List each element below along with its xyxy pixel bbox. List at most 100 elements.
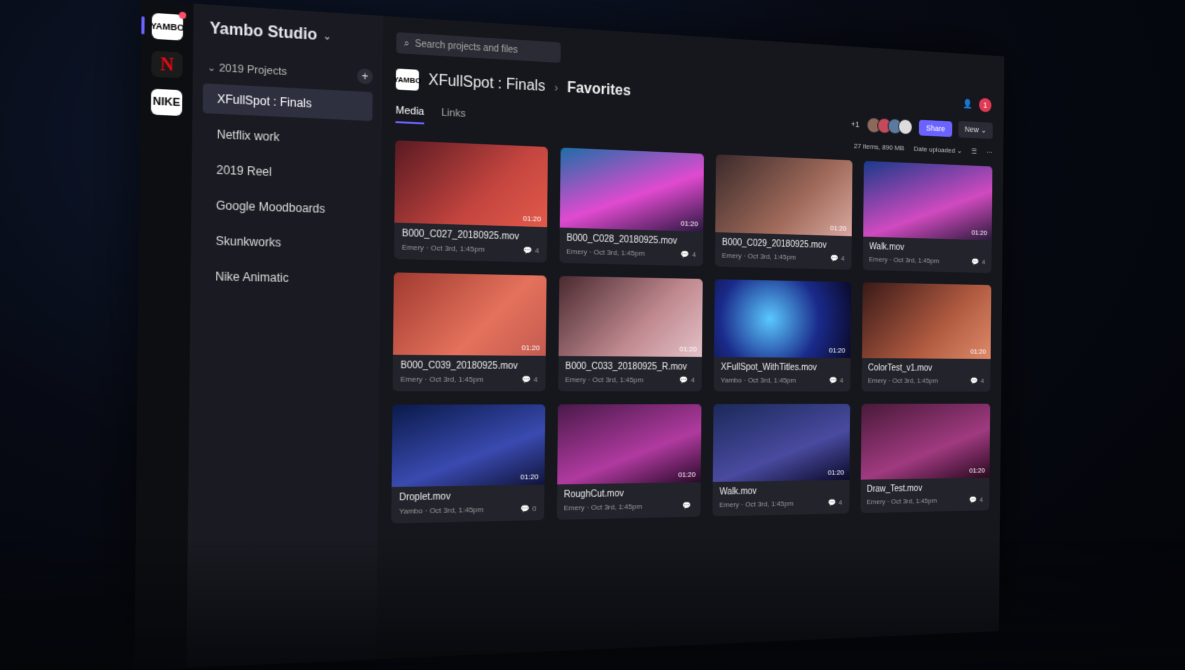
media-thumbnail[interactable]: 01:20 — [394, 140, 548, 228]
media-thumbnail[interactable]: 01:20 — [391, 404, 545, 488]
comment-count[interactable]: 💬 4 — [829, 376, 843, 384]
media-meta: Emery · Oct 3rd, 1:45pm 💬 4 — [400, 375, 537, 384]
media-meta: Emery · Oct 3rd, 1:45pm 💬 4 — [402, 243, 539, 255]
comment-count[interactable]: 💬 4 — [828, 499, 842, 507]
breadcrumb-section: Favorites — [566, 79, 631, 100]
tab-links[interactable]: Links — [441, 107, 465, 126]
sidebar-item-skunkworks[interactable]: Skunkworks — [201, 226, 371, 260]
media-card[interactable]: 01:20 B000_C039_20180925.mov Emery · Oct… — [392, 272, 547, 392]
duration-label: 01:20 — [828, 346, 846, 355]
sort-dropdown[interactable]: Date uploaded ⌄ — [914, 145, 962, 155]
media-uploader: Emery · Oct 3rd, 1:45pm — [401, 242, 485, 254]
duration-label: 01:20 — [971, 228, 988, 237]
extra-collaborators-count[interactable]: +1 — [851, 119, 859, 128]
comment-count[interactable]: 💬 4 — [680, 376, 695, 384]
comment-icon: 💬 — [679, 375, 689, 385]
media-date: Oct 3rd, 1:45pm — [747, 252, 796, 262]
project-group-toggle[interactable]: ⌄ 2019 Projects — [207, 62, 287, 77]
sidebar: Yambo Studio ⌄ ⌄ 2019 Projects + XFullSp… — [186, 3, 384, 668]
sidebar-item-2019-reel[interactable]: 2019 Reel — [202, 155, 372, 191]
media-filename: Droplet.mov — [399, 491, 451, 504]
media-date: Oct 3rd, 1:45pm — [893, 255, 940, 265]
search-input[interactable]: ⌕ Search projects and files — [396, 32, 561, 63]
duration-label: 01:20 — [969, 466, 985, 475]
media-date: Oct 3rd, 1:45pm — [891, 496, 937, 506]
media-uploader: Yambo · Oct 3rd, 1:45pm — [720, 376, 797, 385]
share-button[interactable]: Share — [918, 119, 953, 137]
media-filename: B000_C033_20180925_R.mov — [565, 361, 688, 373]
comment-count[interactable]: 💬 — [682, 501, 693, 509]
comment-count[interactable]: 💬 4 — [522, 375, 538, 383]
media-card[interactable]: 01:20 B000_C029_20180925.mov Emery · Oct… — [714, 154, 853, 270]
media-thumbnail[interactable]: 01:20 — [862, 160, 993, 241]
comment-icon: 💬 — [680, 250, 690, 259]
workspace-nike[interactable]: NIKE — [150, 88, 183, 117]
comment-count[interactable]: 💬 4 — [972, 258, 986, 266]
media-thumbnail[interactable]: 01:20 — [559, 147, 704, 232]
media-thumbnail[interactable]: 01:20 — [860, 403, 991, 480]
media-date: Oct 3rd, 1:45pm — [747, 376, 797, 385]
comment-count[interactable]: 💬 0 — [520, 504, 536, 513]
comment-icon: 💬 — [523, 246, 533, 255]
nike-logo-icon: NIKE — [152, 95, 181, 109]
comment-count[interactable]: 💬 4 — [830, 254, 844, 262]
sidebar-item-netflix-work[interactable]: Netflix work — [202, 119, 372, 156]
workspace-netflix[interactable]: N — [151, 50, 183, 79]
media-thumbnail[interactable]: 01:20 — [714, 279, 851, 358]
media-thumbnail[interactable]: 01:20 — [393, 272, 547, 356]
notification-badge[interactable]: 1 — [978, 97, 992, 113]
comment-count-value: 4 — [979, 495, 984, 504]
media-thumbnail[interactable]: 01:20 — [556, 404, 702, 485]
list-view-icon[interactable]: ☰ — [971, 147, 977, 155]
media-card[interactable]: 01:20 XFullSpot_WithTitles.mov Yambo · O… — [713, 279, 851, 392]
comment-icon: 💬 — [970, 376, 979, 385]
comment-count-value: 4 — [690, 375, 695, 385]
media-card[interactable]: 01:20 RoughCut.mov Emery · Oct 3rd, 1:45… — [556, 404, 702, 520]
rail-active-indicator — [141, 16, 145, 35]
sidebar-item-google-moodboards[interactable]: Google Moodboards — [202, 190, 372, 225]
collaborator-avatars[interactable] — [866, 116, 913, 135]
user-icon[interactable]: 👤 — [963, 99, 973, 109]
media-thumbnail[interactable]: 01:20 — [861, 282, 992, 359]
media-meta: Emery · Oct 3rd, 1:45pm 💬 — [564, 501, 694, 512]
media-card[interactable]: 01:20 B000_C027_20180925.mov Emery · Oct… — [394, 140, 548, 263]
media-author: Emery — [401, 242, 424, 253]
comment-count[interactable]: 💬 4 — [971, 377, 985, 385]
sidebar-item-nike-animatic[interactable]: Nike Animatic — [201, 261, 371, 294]
workspace-yambo[interactable]: YAMBO — [150, 11, 187, 41]
sidebar-item-xfullspot-finals[interactable]: XFullSpot : Finals — [202, 83, 373, 122]
media-card[interactable]: 01:20 Droplet.mov Yambo · Oct 3rd, 1:45p… — [391, 404, 545, 524]
search-icon: ⌕ — [403, 37, 410, 49]
more-options-icon[interactable]: ⋯ — [986, 148, 992, 156]
media-info: B000_C028_20180925.mov Emery · Oct 3rd, … — [559, 228, 703, 267]
media-card[interactable]: 01:20 B000_C028_20180925.mov Emery · Oct… — [559, 147, 704, 267]
comment-icon: 💬 — [830, 254, 839, 263]
comment-count[interactable]: 💬 4 — [969, 496, 983, 504]
studio-switcher[interactable]: Yambo Studio ⌄ — [210, 20, 374, 48]
media-uploader: Emery · Oct 3rd, 1:45pm — [566, 247, 645, 258]
comment-count-value: 4 — [981, 258, 986, 267]
comment-count[interactable]: 💬 4 — [523, 246, 539, 255]
new-button[interactable]: New ⌄ — [958, 120, 993, 140]
tab-media[interactable]: Media — [395, 104, 425, 125]
add-project-button[interactable]: + — [357, 68, 373, 85]
media-author: Emery — [867, 376, 887, 385]
media-filename: B000_C029_20180925.mov — [721, 237, 827, 251]
media-card[interactable]: 01:20 B000_C033_20180925_R.mov Emery · O… — [557, 275, 703, 392]
media-thumbnail[interactable]: 01:20 — [712, 403, 850, 482]
media-card[interactable]: 01:20 Walk.mov Emery · Oct 3rd, 1:45pm 💬… — [712, 403, 850, 517]
media-card[interactable]: 01:20 Draw_Test.mov Emery · Oct 3rd, 1:4… — [860, 403, 991, 514]
comment-count[interactable]: 💬 4 — [681, 250, 696, 259]
media-thumbnail[interactable]: 01:20 — [715, 154, 853, 237]
media-info: Droplet.mov Yambo · Oct 3rd, 1:45pm 💬 0 — [391, 485, 544, 524]
breadcrumb-project[interactable]: XFullSpot : Finals — [428, 72, 545, 95]
media-thumbnail[interactable]: 01:20 — [558, 275, 703, 357]
media-card[interactable]: 01:20 ColorTest_v1.mov Emery · Oct 3rd, … — [861, 282, 992, 392]
media-info: B000_C029_20180925.mov Emery · Oct 3rd, … — [715, 232, 851, 270]
chevron-down-icon: ⌄ — [980, 125, 987, 135]
media-info: RoughCut.mov Emery · Oct 3rd, 1:45pm 💬 — [556, 482, 700, 520]
media-uploader: Emery · Oct 3rd, 1:45pm — [400, 374, 484, 384]
chevron-down-icon: ⌄ — [322, 30, 332, 43]
items-summary: 27 items, 890 MB — [853, 141, 905, 153]
media-card[interactable]: 01:20 Walk.mov Emery · Oct 3rd, 1:45pm 💬… — [862, 160, 993, 274]
